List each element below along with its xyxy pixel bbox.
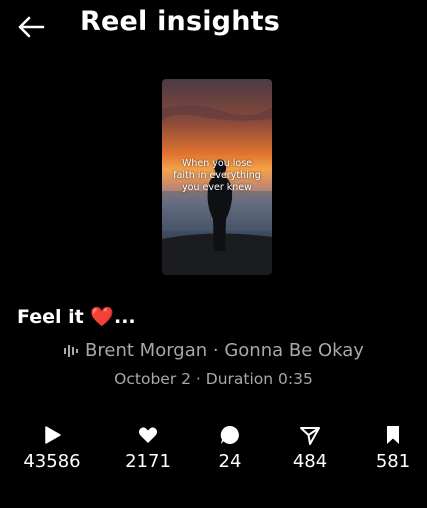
comments-count: 24 [218, 451, 242, 472]
metric-saves[interactable]: 581 [353, 424, 427, 472]
audio-label: Brent Morgan · Gonna Be Okay [85, 340, 364, 361]
play-icon [45, 426, 61, 444]
bookmark-icon [387, 426, 399, 444]
date-duration: October 2 · Duration 0:35 [114, 370, 313, 388]
header: Reel insights [0, 0, 427, 56]
page-title: Reel insights [80, 6, 280, 37]
back-button[interactable] [14, 10, 48, 44]
metric-plays[interactable]: 43586 [12, 424, 92, 472]
reel-thumbnail[interactable]: When you lose faith in everything you ev… [162, 79, 272, 275]
metric-likes[interactable]: 2171 [108, 424, 188, 472]
saves-count: 581 [375, 451, 411, 472]
audio-wave-icon [64, 345, 79, 357]
comment-icon [220, 425, 239, 444]
reel-overlay-text: When you lose faith in everything you ev… [173, 158, 261, 193]
plays-count: 43586 [23, 451, 81, 472]
heart-icon [138, 427, 158, 443]
metric-shares[interactable]: 484 [270, 424, 350, 472]
arrow-left-icon [18, 16, 45, 38]
audio-info[interactable]: Brent Morgan · Gonna Be Okay [0, 340, 427, 361]
share-icon [300, 427, 320, 445]
metric-comments[interactable]: 24 [190, 424, 270, 472]
likes-count: 2171 [125, 451, 171, 472]
reel-caption: Feel it ❤️... [17, 306, 136, 328]
shares-count: 484 [292, 451, 328, 472]
